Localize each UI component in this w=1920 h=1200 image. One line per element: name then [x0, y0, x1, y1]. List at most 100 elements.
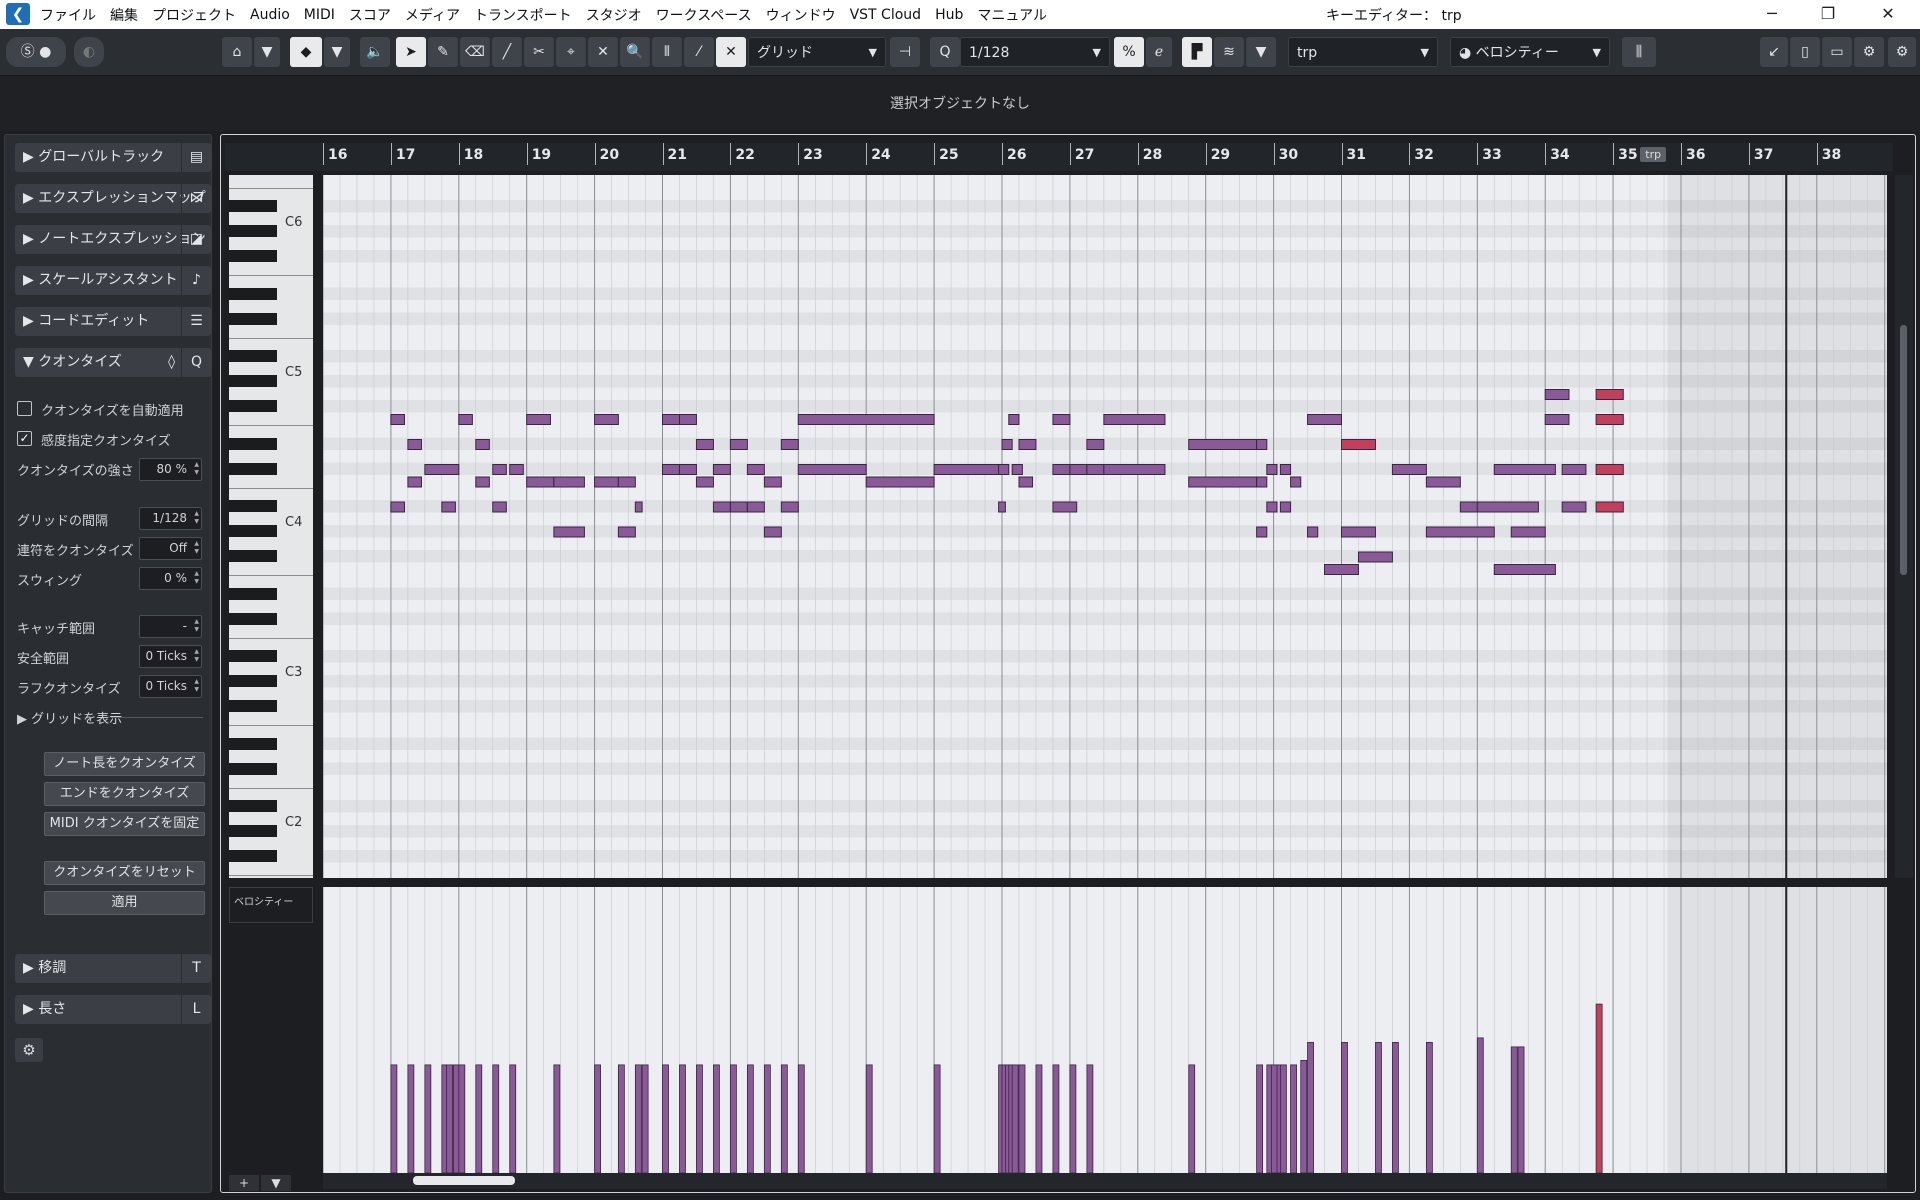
midi-note[interactable] — [662, 464, 680, 475]
indicate-transpositions-icon[interactable]: ≋ — [1214, 37, 1244, 67]
quantize-icon[interactable]: Q — [930, 37, 960, 67]
velocity-bar[interactable] — [1052, 1064, 1060, 1173]
velocity-bar[interactable] — [1035, 1064, 1043, 1173]
split-tool-icon[interactable]: ✂ — [524, 37, 554, 67]
chord-pads-icon[interactable]: ⫼ — [1622, 37, 1656, 67]
mute-tool-icon[interactable]: ✕ — [588, 37, 618, 67]
midi-note[interactable] — [1008, 414, 1020, 425]
velocity-bar[interactable] — [865, 1064, 873, 1173]
section-global-tracks[interactable]: ▶ グローバルトラック ▤ — [15, 143, 211, 172]
midi-note[interactable] — [594, 414, 619, 425]
velocity-bar[interactable] — [1307, 1041, 1314, 1173]
velocity-bar[interactable] — [1290, 1064, 1297, 1173]
autoscroll-icon[interactable]: ⌂ — [222, 37, 252, 67]
midi-note[interactable] — [1256, 526, 1268, 538]
velocity-bar[interactable] — [1018, 1064, 1026, 1173]
velocity-bar[interactable] — [407, 1064, 415, 1173]
midi-note[interactable] — [1357, 551, 1393, 563]
velocity-bar[interactable] — [729, 1064, 737, 1173]
velocity-bar[interactable] — [1375, 1041, 1382, 1173]
black-key[interactable] — [229, 400, 277, 412]
midi-note[interactable] — [797, 464, 867, 475]
black-key[interactable] — [229, 287, 277, 300]
velocity-bar[interactable] — [713, 1064, 720, 1173]
acoustic-feedback-icon[interactable]: 🔈 — [360, 37, 390, 67]
midi-note[interactable] — [1086, 464, 1105, 475]
velocity-bar[interactable] — [1425, 1041, 1433, 1173]
midi-note[interactable] — [1324, 564, 1359, 575]
velocity-bar[interactable] — [696, 1064, 703, 1173]
midi-note[interactable] — [1425, 476, 1461, 488]
velocity-bar[interactable] — [763, 1064, 771, 1173]
iterative-quantize-icon[interactable]: % — [1114, 37, 1144, 67]
midi-note[interactable] — [1069, 464, 1088, 475]
midi-note[interactable] — [998, 464, 1010, 475]
open-in-window-icon[interactable]: ↙ — [1760, 37, 1788, 67]
menu-item[interactable]: Audio — [250, 7, 290, 23]
midi-note[interactable] — [1018, 476, 1034, 488]
midi-note[interactable] — [617, 526, 636, 538]
cubase-logo-icon[interactable]: ❮ — [6, 3, 30, 25]
lower-zone-icon[interactable]: ▭ — [1822, 37, 1852, 67]
black-key[interactable] — [229, 700, 277, 712]
black-key[interactable] — [229, 250, 277, 262]
tuplet-field[interactable]: Off — [139, 537, 202, 560]
midi-note[interactable] — [1561, 464, 1587, 475]
swing-field[interactable]: 0 % — [139, 567, 202, 590]
minimize-icon[interactable]: ─ — [1752, 2, 1792, 26]
midi-note[interactable] — [634, 501, 643, 513]
play-section-dropdown-icon[interactable]: ▼ — [324, 37, 350, 67]
midi-note[interactable] — [865, 476, 935, 488]
solo-icon[interactable]: Ⓢ — [21, 44, 35, 60]
velocity-bar[interactable] — [679, 1064, 686, 1173]
midi-note[interactable] — [553, 526, 585, 538]
black-key[interactable] — [229, 800, 277, 812]
midi-note[interactable] — [746, 464, 765, 475]
midi-note[interactable] — [729, 439, 748, 450]
midi-note[interactable] — [407, 476, 422, 488]
horizontal-scrollbar[interactable] — [323, 1173, 1887, 1189]
velocity-bar[interactable] — [1188, 1064, 1196, 1173]
midi-note[interactable] — [492, 464, 507, 475]
catch-field[interactable]: - — [139, 615, 202, 638]
velocity-bar[interactable] — [1392, 1041, 1399, 1173]
midi-note[interactable] — [1256, 439, 1268, 450]
midi-note[interactable] — [1493, 564, 1556, 575]
midi-note[interactable] — [1052, 464, 1071, 475]
menu-item[interactable]: MIDI — [304, 7, 335, 23]
velocity-bar[interactable] — [424, 1064, 432, 1173]
velocity-bar[interactable] — [1279, 1064, 1287, 1173]
velocity-bar[interactable] — [933, 1064, 941, 1173]
vertical-scrollbar[interactable] — [1895, 175, 1913, 878]
velocity-bar[interactable] — [1341, 1041, 1348, 1173]
midi-note[interactable] — [390, 501, 405, 513]
menu-item[interactable]: ファイル — [40, 5, 96, 25]
close-icon[interactable]: ✕ — [1868, 2, 1908, 26]
menu-item[interactable]: Hub — [935, 7, 963, 23]
menu-item[interactable]: プロジェクト — [152, 5, 236, 25]
midi-note[interactable] — [712, 464, 731, 475]
part-select[interactable]: trp ▼ — [1288, 37, 1438, 67]
midi-note[interactable] — [1279, 501, 1292, 513]
add-lane-icon[interactable]: + — [229, 1175, 259, 1191]
strength-field[interactable]: 80 % — [139, 458, 202, 481]
menu-item[interactable]: トランスポート — [474, 5, 572, 25]
midi-note[interactable] — [662, 414, 680, 425]
midi-note[interactable] — [1011, 464, 1023, 475]
black-key[interactable] — [229, 200, 277, 212]
midi-note[interactable] — [441, 501, 456, 513]
midi-note[interactable] — [1595, 501, 1624, 513]
monitor-icon[interactable]: ◐ — [74, 37, 104, 67]
black-key[interactable] — [229, 737, 277, 750]
black-key[interactable] — [229, 762, 277, 775]
midi-note[interactable] — [1341, 526, 1376, 538]
scroll-thumb[interactable] — [1900, 325, 1907, 575]
midi-note[interactable] — [1256, 476, 1268, 488]
midi-note[interactable] — [1307, 414, 1342, 425]
midi-note[interactable] — [1290, 476, 1302, 488]
velocity-bar[interactable] — [746, 1064, 754, 1173]
midi-note[interactable] — [390, 414, 405, 425]
menu-item[interactable]: メディア — [405, 5, 460, 25]
midi-note[interactable] — [1341, 439, 1376, 450]
midi-note[interactable] — [617, 476, 636, 488]
